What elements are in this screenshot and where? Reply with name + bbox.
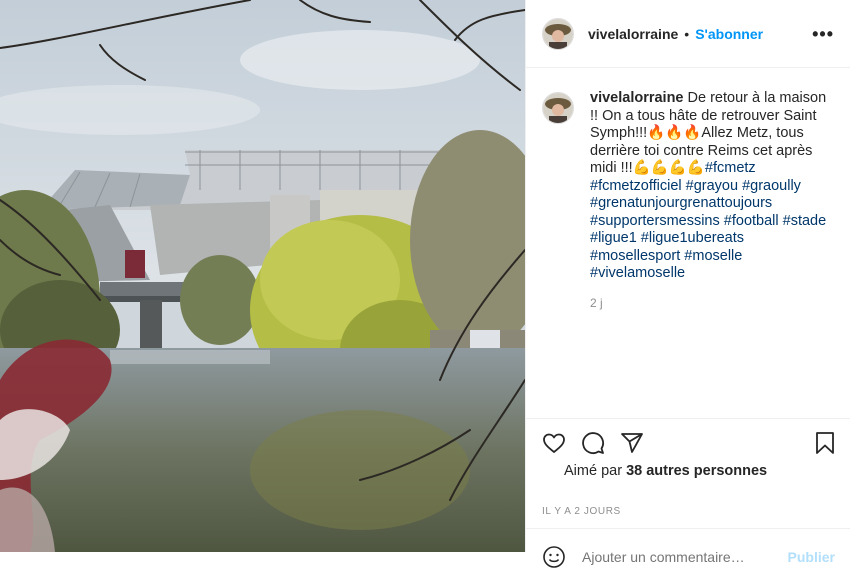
heart-icon[interactable] <box>542 431 566 455</box>
follow-button[interactable]: S'abonner <box>695 26 763 42</box>
hashtag-link[interactable]: #fcmetzofficiel <box>590 178 682 194</box>
avatar-image <box>543 18 573 49</box>
stadium-river-photo <box>0 0 525 552</box>
instagram-post-view: vivelalorraine • S'abonner ••• vivelalor… <box>0 0 850 568</box>
likes-count[interactable]: 38 autres personnes <box>626 463 767 479</box>
post-side-panel: vivelalorraine • S'abonner ••• vivelalor… <box>525 0 850 568</box>
hashtag-link[interactable]: #ligue1ubereats <box>641 230 744 246</box>
caption-username[interactable]: vivelalorraine <box>590 90 684 106</box>
separator-dot: • <box>684 25 690 42</box>
post-header: vivelalorraine • S'abonner ••• <box>526 0 850 68</box>
avatar[interactable] <box>542 17 574 50</box>
likes-summary: Aimé par 38 autres personnes <box>564 463 767 479</box>
caption-body: vivelalorraine De retour à la maison !! … <box>590 90 834 312</box>
likes-prefix: Aimé par <box>564 463 623 479</box>
comment-icon[interactable] <box>581 431 605 455</box>
hashtag-link[interactable]: #ligue1 <box>590 230 637 246</box>
action-bar <box>526 418 850 466</box>
emoji-icon[interactable] <box>542 545 566 569</box>
hashtag-link[interactable]: #grayou <box>686 178 738 194</box>
hashtag-link[interactable]: #football <box>724 213 779 229</box>
caption-avatar[interactable] <box>542 92 574 124</box>
caption-time[interactable]: 2 j <box>590 295 834 313</box>
hashtag-link[interactable]: #grenatunjourgrenattoujours <box>590 195 772 211</box>
comment-input[interactable] <box>580 547 784 566</box>
hashtag-link[interactable]: #stade <box>783 213 827 229</box>
avatar-image <box>543 93 573 123</box>
share-icon[interactable] <box>620 431 644 455</box>
post-timestamp[interactable]: IL Y A 2 JOURS <box>542 506 621 517</box>
publish-button[interactable]: Publier <box>788 549 835 565</box>
hashtag-link[interactable]: #mosellesport <box>590 248 680 264</box>
hashtag-link[interactable]: #fcmetz <box>705 160 756 176</box>
hashtag-link[interactable]: #graoully <box>742 178 801 194</box>
comment-bar: Publier <box>526 528 850 584</box>
hashtag-list: #fcmetz #fcmetzofficiel #grayou #graoull… <box>590 160 826 281</box>
hashtag-link[interactable]: #vivelamoselle <box>590 265 685 281</box>
post-photo[interactable] <box>0 0 525 552</box>
hashtag-link[interactable]: #supportersmessins <box>590 213 720 229</box>
bookmark-icon[interactable] <box>813 431 837 455</box>
post-author-username[interactable]: vivelalorraine <box>588 26 678 42</box>
more-options-icon[interactable]: ••• <box>812 25 834 43</box>
caption-block: vivelalorraine De retour à la maison !! … <box>526 68 850 312</box>
hashtag-link[interactable]: #moselle <box>684 248 742 264</box>
